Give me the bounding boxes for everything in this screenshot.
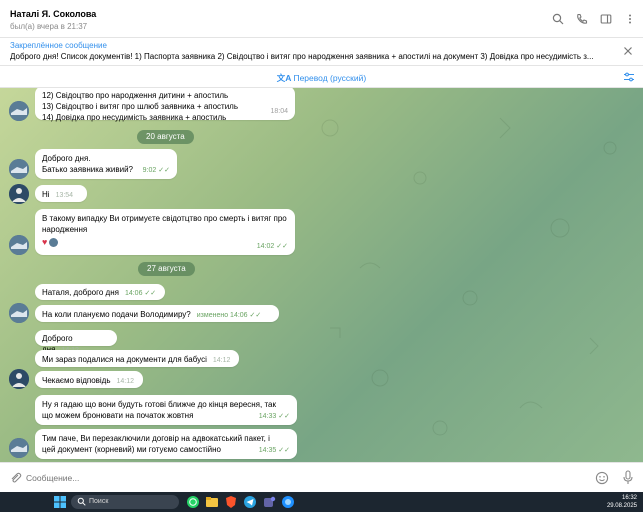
message-bubble[interactable]: В такому випадку Ви отримуєте свідотцтво…	[35, 209, 295, 255]
translate-bar: 文A Перевод (русский)	[0, 66, 643, 88]
message-text: Ми зараз подалися на документи для бабус…	[42, 355, 207, 364]
windows-taskbar: Поиск 16:32 29.08.2025	[0, 492, 643, 512]
message-bubble[interactable]: Доброго дня. Батько заявника живий? 9:02…	[35, 149, 177, 179]
message-time: 14:12	[212, 357, 231, 364]
message-time-value: 14:02	[256, 243, 275, 250]
message-text: 12) Свідоцтво про народження дитини + ап…	[42, 91, 239, 122]
search-icon[interactable]	[551, 12, 565, 26]
chat-header: Наталі Я. Соколова был(а) вчера в 21:37	[0, 0, 643, 38]
message-text: Ну я гадаю що вони будуть готові ближче …	[42, 400, 276, 420]
message-bubble[interactable]: На коли плануємо подачи Володимиру? измен…	[35, 305, 279, 322]
message-text: Наталя, доброго дня	[42, 288, 119, 297]
message-time-value: 14:33	[258, 413, 277, 420]
message-time: 9:02 ✓✓	[143, 165, 170, 176]
taskbar-search[interactable]: Поиск	[71, 495, 179, 509]
message-composer	[0, 462, 643, 492]
chat-history[interactable]: 12) Свідоцтво про народження дитини + ап…	[0, 88, 643, 462]
double-check-icon: ✓✓	[144, 290, 157, 297]
date-separator: 20 августа	[137, 130, 194, 144]
avatar[interactable]	[9, 101, 29, 121]
close-icon[interactable]	[623, 46, 633, 56]
message-time-value: 18:04	[270, 108, 288, 115]
microphone-icon[interactable]	[622, 470, 634, 487]
message-text: Чекаємо відповідь	[42, 376, 111, 385]
message-input[interactable]	[26, 470, 566, 486]
message-time: 14:35 ✓✓	[259, 445, 290, 456]
clock-time: 16:32	[621, 495, 637, 501]
sidebar-icon[interactable]	[599, 12, 613, 26]
file-explorer-icon[interactable]	[205, 495, 219, 509]
double-check-icon: ✓✓	[278, 447, 290, 454]
translate-label: Перевод (русский)	[293, 73, 367, 83]
contact-name[interactable]: Наталі Я. Соколова	[10, 9, 96, 19]
phone-icon[interactable]	[575, 12, 589, 26]
pinned-title: Закреплённое сообщение	[10, 41, 107, 50]
avatar[interactable]	[9, 235, 29, 255]
double-check-icon: ✓✓	[278, 413, 290, 420]
telegram-icon[interactable]	[243, 495, 257, 509]
date-separator: 27 августа	[138, 262, 195, 276]
reaction-avatar	[49, 238, 59, 247]
avatar[interactable]	[9, 303, 29, 323]
whatsapp-icon[interactable]	[186, 495, 200, 509]
message-time-value: 9:02	[142, 167, 157, 174]
pinned-text: Доброго дня! Список документів! 1) Паспо…	[10, 52, 594, 61]
message-bubble[interactable]: Чекаємо відповідь 14:12	[35, 371, 143, 388]
double-check-icon: ✓✓	[249, 312, 262, 319]
message-time: 14:33 ✓✓	[259, 411, 290, 422]
translate-icon: 文A	[276, 73, 294, 83]
reactions[interactable]: ♥	[42, 237, 288, 248]
teams-icon[interactable]	[262, 495, 276, 509]
heart-reaction[interactable]: ♥	[42, 237, 47, 248]
search-icon	[77, 497, 86, 508]
message-bubble[interactable]: Ні 13:54	[35, 185, 87, 202]
message-time: 14:02 ✓✓	[257, 241, 288, 252]
more-icon[interactable]	[623, 12, 637, 26]
message-time-value: 14:35	[258, 447, 277, 454]
system-clock[interactable]: 16:32 29.08.2025	[607, 494, 637, 510]
message-time: 13:54	[55, 192, 74, 199]
message-bubble[interactable]: Тим паче, Ви перезаключили договір на ад…	[35, 429, 297, 459]
message-time: изменено 14:06 ✓✓	[197, 312, 262, 319]
pinned-message-bar[interactable]: Закреплённое сообщение Доброго дня! Спис…	[0, 38, 643, 66]
message-bubble[interactable]: Доброго дня14:12	[35, 330, 117, 354]
windows-start-icon[interactable]	[54, 496, 66, 510]
message-bubble[interactable]: Наталя, доброго дня 14:06 ✓✓	[35, 284, 165, 300]
app-icon[interactable]	[281, 495, 295, 509]
clock-date: 29.08.2025	[606, 503, 637, 509]
message-bubble[interactable]: Ну я гадаю що вони будуть готові ближче …	[35, 395, 297, 425]
message-text: Тим паче, Ви перезаключили договір на ад…	[42, 434, 270, 454]
message-bubble[interactable]: 12) Свідоцтво про народження дитини + ап…	[35, 88, 295, 122]
last-seen-status: был(а) вчера в 21:37	[10, 22, 88, 31]
message-text: Ні	[42, 190, 50, 199]
message-time: 18:04	[270, 106, 288, 117]
attach-icon[interactable]	[9, 471, 22, 486]
translate-button[interactable]: 文A Перевод (русский)	[0, 72, 643, 84]
double-check-icon: ✓✓	[158, 167, 170, 174]
avatar[interactable]	[9, 159, 29, 179]
avatar[interactable]	[9, 438, 29, 458]
avatar[interactable]	[9, 369, 29, 389]
message-time: 14:12	[116, 378, 135, 385]
message-time-value: изменено 14:06	[196, 312, 248, 319]
translate-settings-icon[interactable]	[623, 71, 635, 83]
double-check-icon: ✓✓	[276, 243, 288, 250]
message-bubble[interactable]: Ми зараз подалися на документи для бабус…	[35, 350, 239, 367]
message-text: В такому випадку Ви отримуєте свідотцтво…	[42, 214, 287, 234]
message-time-value: 14:06	[124, 290, 143, 297]
message-text: На коли плануємо подачи Володимиру?	[42, 310, 191, 319]
avatar[interactable]	[9, 184, 29, 204]
emoji-icon[interactable]	[595, 471, 609, 487]
message-time: 14:06 ✓✓	[125, 290, 156, 297]
taskbar-search-label: Поиск	[89, 498, 109, 505]
brave-browser-icon[interactable]	[224, 495, 238, 509]
